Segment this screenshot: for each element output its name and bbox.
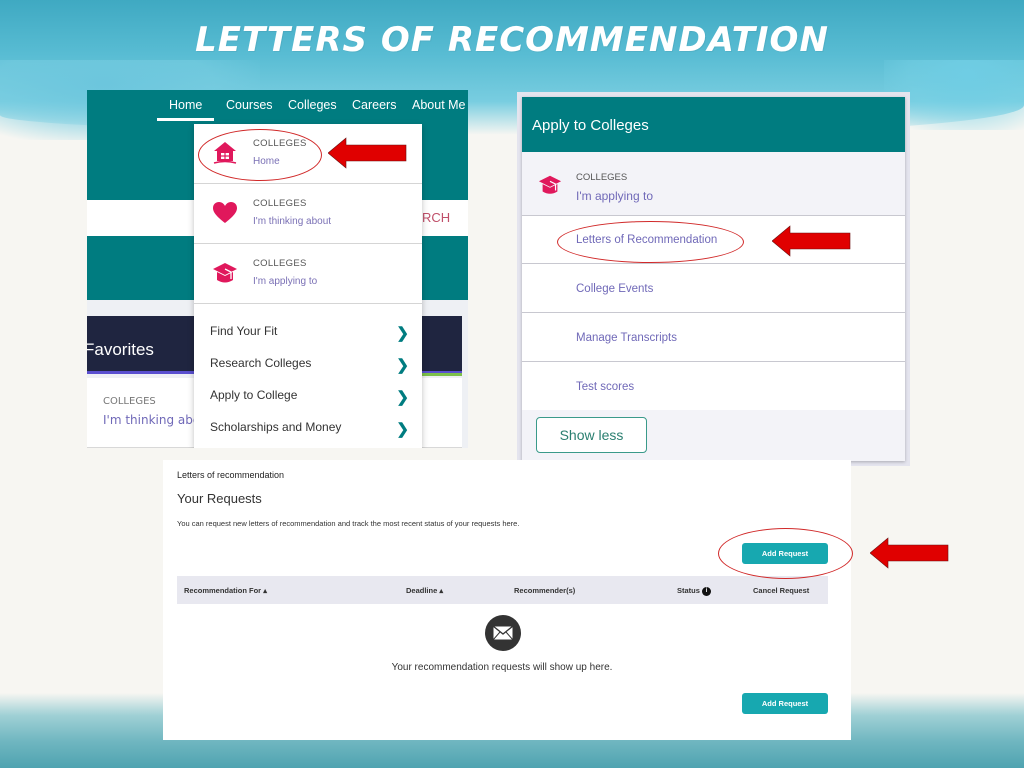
apply-row-label: Test scores: [576, 381, 635, 393]
favorites-card-value[interactable]: I'm thinking abo: [103, 413, 200, 427]
apply-college-item[interactable]: COLLEGES I'm applying to: [522, 152, 905, 216]
dropdown-item-colleges-applying[interactable]: COLLEGES I'm applying to: [194, 244, 422, 304]
column-header-status: Status i: [677, 586, 711, 596]
show-less-button[interactable]: Show less: [536, 417, 647, 453]
apply-to-colleges-card: Apply to Colleges COLLEGES I'm applying …: [522, 97, 905, 461]
chevron-right-icon: ❯: [396, 325, 409, 342]
apply-row-college-events[interactable]: College Events: [522, 265, 905, 313]
dropdown-link-label: Scholarships and Money: [210, 420, 342, 434]
nav-colleges[interactable]: Colleges: [288, 98, 337, 112]
nav-home[interactable]: Home: [169, 98, 202, 112]
dropdown-item-sub: I'm applying to: [253, 276, 318, 287]
letters-of-recommendation-screenshot: Letters of recommendation Your Requests …: [163, 460, 851, 740]
chevron-right-icon: ❯: [396, 389, 409, 406]
highlight-ellipse-letters: [557, 221, 744, 263]
highlight-ellipse-add-request: [718, 528, 853, 579]
dropdown-item-sub: I'm thinking about: [253, 216, 332, 227]
apply-college-sub: I'm applying to: [576, 189, 653, 203]
heart-icon: [212, 200, 238, 226]
page-description: You can request new letters of recommend…: [177, 519, 520, 528]
empty-state-message: Your recommendation requests will show u…: [391, 662, 613, 673]
column-header-recommenders: Recommender(s): [514, 586, 576, 595]
favorites-card-label: COLLEGES: [103, 396, 156, 407]
dropdown-item-label: COLLEGES: [253, 198, 307, 209]
envelope-icon: [485, 615, 521, 651]
apply-row-label: College Events: [576, 283, 654, 295]
red-arrow-icon: [328, 137, 407, 169]
active-nav-indicator: [157, 118, 214, 121]
graduation-cap-icon: [538, 173, 562, 201]
slide-title: LETTERS OF RECOMMENDATION: [195, 20, 829, 60]
column-header-label: Status: [677, 586, 700, 595]
nav-courses[interactable]: Courses: [226, 98, 273, 112]
apply-footer: Show less: [522, 410, 905, 461]
page-title: Your Requests: [177, 491, 262, 506]
dropdown-link-scholarships[interactable]: Scholarships and Money ❯: [210, 420, 415, 442]
graduation-cap-icon: [212, 260, 238, 286]
favorites-title: Favorites: [87, 340, 154, 359]
breadcrumb[interactable]: Letters of recommendation: [177, 470, 284, 480]
apply-row-test-scores[interactable]: Test scores: [522, 363, 905, 411]
chevron-right-icon: ❯: [396, 421, 409, 438]
apply-row-label: Manage Transcripts: [576, 332, 677, 344]
column-header-cancel-request: Cancel Request: [753, 586, 810, 595]
requests-table-header: Recommendation For ▴ Deadline ▴ Recommen…: [177, 576, 828, 604]
apply-college-label: COLLEGES: [576, 172, 628, 183]
sort-icon: ▴: [263, 586, 267, 595]
info-icon[interactable]: i: [701, 586, 711, 596]
apply-to-colleges-screenshot: Apply to Colleges COLLEGES I'm applying …: [517, 92, 910, 466]
column-header-recommendation-for[interactable]: Recommendation For ▴: [184, 586, 267, 595]
dropdown-item-colleges-thinking[interactable]: COLLEGES I'm thinking about: [194, 184, 422, 244]
apply-header: Apply to Colleges: [522, 97, 905, 152]
dropdown-link-label: Find Your Fit: [210, 324, 278, 338]
nav-about-me[interactable]: About Me: [412, 98, 466, 112]
sort-icon: ▴: [439, 586, 444, 595]
dropdown-link-apply-to-college[interactable]: Apply to College ❯: [210, 388, 415, 410]
apply-title: Apply to Colleges: [532, 117, 649, 134]
highlight-ellipse-colleges-home: [198, 129, 322, 181]
favorites-accent: [417, 373, 462, 376]
column-header-deadline[interactable]: Deadline ▴: [406, 586, 443, 595]
apply-row-manage-transcripts[interactable]: Manage Transcripts: [522, 314, 905, 362]
search-label-partial[interactable]: RCH: [422, 210, 450, 225]
add-request-button-bottom[interactable]: Add Request: [742, 693, 828, 714]
chevron-right-icon: ❯: [396, 357, 409, 374]
nav-careers[interactable]: Careers: [352, 98, 396, 112]
column-header-label: Recommendation For: [184, 586, 262, 595]
dropdown-item-label: COLLEGES: [253, 258, 307, 269]
column-header-label: Deadline: [406, 586, 438, 595]
dropdown-link-label: Research Colleges: [210, 356, 312, 370]
red-arrow-icon: [772, 225, 851, 257]
main-nav: Home Courses Colleges Careers About Me: [87, 98, 468, 120]
dropdown-link-research-colleges[interactable]: Research Colleges ❯: [210, 356, 415, 378]
dropdown-link-find-your-fit[interactable]: Find Your Fit ❯: [210, 324, 415, 346]
dropdown-link-label: Apply to College: [210, 388, 298, 402]
red-arrow-icon: [870, 537, 949, 569]
